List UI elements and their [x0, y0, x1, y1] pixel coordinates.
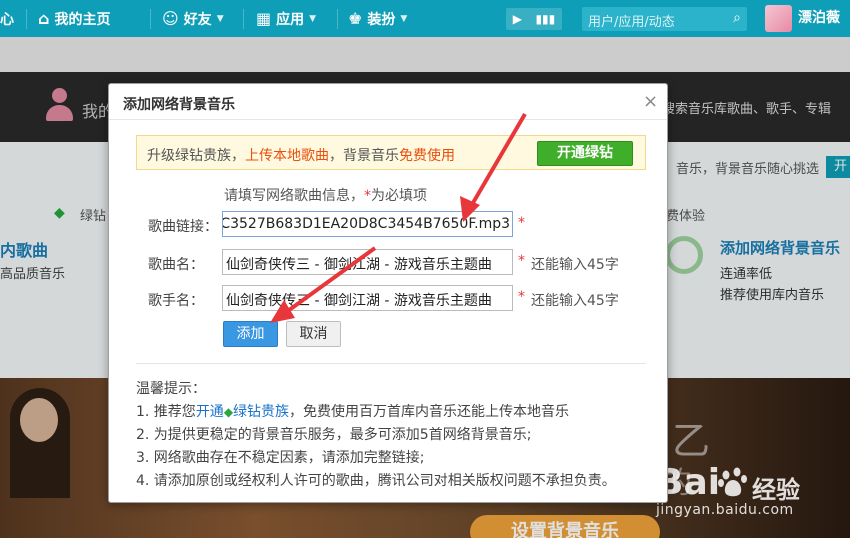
form-hint: 请填写网络歌曲信息，*为必填项 [224, 185, 427, 205]
shirt-icon: ♚ [348, 9, 363, 28]
music-player-control[interactable]: ▶ ▮▮▮ [506, 8, 562, 30]
nav-item-partial-label: 心 [0, 11, 14, 28]
baidu-paw-icon [718, 467, 747, 497]
promo-text-1: 升级绿钻贵族， [147, 148, 245, 164]
song-name-remaining: 还能输入45字 [531, 257, 619, 273]
cancel-button[interactable]: 取消 [286, 321, 341, 347]
tip-4: 4. 请添加原创或经权利人许可的歌曲，腾讯公司对相关版权问题不承担负责。 [136, 473, 616, 489]
form-hint-pre: 请填写网络歌曲信息， [224, 188, 364, 204]
dialog-title: 添加网络背景音乐 [123, 97, 235, 113]
tips-title: 温馨提示： [136, 381, 206, 397]
home-icon: ⌂ [38, 9, 50, 28]
tip-1: 1. 推荐您开通◆绿钻贵族，免费使用百万首库内音乐还能上传本地音乐 [136, 401, 569, 421]
nav-divider [26, 9, 27, 29]
singer-label: 歌手名： [148, 293, 204, 309]
nav-item-home[interactable]: ⌂ 我的主页 [38, 0, 110, 37]
nav-divider [337, 9, 338, 29]
singer-input[interactable]: 仙剑奇侠传三 - 御剑江湖 - 游戏音乐主题曲 [222, 285, 513, 311]
top-nav-bar: 心 ⌂ 我的主页 ☺ 好友 ▼ ▦ 应用 ▼ ♚ 装扮 ▼ ▶ ▮▮▮ 用户/应… [0, 0, 850, 37]
nav-apps-label: 应用 [276, 11, 305, 28]
dialog-title-bar: 添加网络背景音乐 × [109, 84, 667, 120]
nav-divider [150, 9, 151, 29]
watermark-url: jingyan.baidu.com [656, 502, 794, 518]
chevron-down-icon: ▼ [309, 13, 317, 24]
form-hint-required-star: * [364, 188, 371, 204]
required-star: * [518, 215, 525, 231]
nav-dress-label: 装扮 [367, 11, 396, 28]
song-name-input[interactable]: 仙剑奇侠传三 - 御剑江湖 - 游戏音乐主题曲 [222, 249, 513, 275]
song-url-value: 819AC3527B683D1EA20D8C3454B7650F.mp3 [222, 216, 510, 232]
singer-value: 仙剑奇侠传三 - 御剑江湖 - 游戏音乐主题曲 [226, 293, 492, 309]
promo-text-3: ，背景音乐 [329, 148, 399, 164]
tip-3: 3. 网络歌曲存在不稳定因素，请添加完整链接; [136, 450, 425, 466]
green-diamond-icon: ◆ [223, 405, 234, 419]
tip-2: 2. 为提供更稳定的背景音乐服务，最多可添加5首网络背景音乐; [136, 427, 532, 443]
open-green-diamond-button[interactable]: 开通绿钻 [537, 141, 633, 166]
nav-item-dress[interactable]: ♚ 装扮 ▼ [348, 0, 407, 37]
song-url-label: 歌曲链接： [148, 219, 218, 235]
nav-home-label: 我的主页 [54, 11, 111, 28]
song-url-input[interactable]: 819AC3527B683D1EA20D8C3454B7650F.mp3 [222, 211, 513, 237]
add-network-music-dialog: 添加网络背景音乐 × 升级绿钻贵族，上传本地歌曲，背景音乐免费使用 开通绿钻 请… [108, 83, 668, 503]
singer-remaining: 还能输入45字 [531, 293, 619, 309]
nav-friends-label: 好友 [183, 11, 212, 28]
dialog-divider [136, 363, 646, 364]
apps-grid-icon: ▦ [256, 9, 272, 28]
required-star: * [518, 253, 525, 269]
search-icon[interactable]: ⌕ [733, 10, 741, 26]
watermark-jingyan-text: 经验 [752, 476, 800, 504]
close-icon[interactable]: × [643, 91, 658, 112]
play-icon[interactable]: ▶ [513, 12, 522, 26]
search-input[interactable]: 用户/应用/动态 [588, 11, 675, 30]
form-hint-post: 为必填项 [371, 188, 427, 204]
promo-text: 升级绿钻贵族，上传本地歌曲，背景音乐免费使用 [147, 145, 455, 165]
nav-item-partial[interactable]: 心 [0, 0, 14, 37]
chevron-down-icon: ▼ [400, 13, 408, 24]
promo-highlight-upload: 上传本地歌曲 [245, 148, 329, 164]
chevron-down-icon: ▼ [216, 13, 224, 24]
promo-highlight-free: 免费使用 [399, 148, 455, 164]
nav-item-friends[interactable]: ☺ 好友 ▼ [162, 0, 224, 37]
song-name-label: 歌曲名： [148, 257, 204, 273]
friends-icon: ☺ [162, 9, 179, 28]
equalizer-icon: ▮▮▮ [535, 12, 556, 26]
tip1-open-link[interactable]: 开通 [196, 404, 224, 420]
tip1-green-diamond-link[interactable]: 绿钻贵族 [233, 404, 289, 420]
tip1-post: ，免费使用百万首库内音乐还能上传本地音乐 [289, 404, 570, 420]
nav-item-apps[interactable]: ▦ 应用 ▼ [256, 0, 316, 37]
upgrade-promo-banner: 升级绿钻贵族，上传本地歌曲，背景音乐免费使用 开通绿钻 [136, 135, 646, 170]
song-name-value: 仙剑奇侠传三 - 御剑江湖 - 游戏音乐主题曲 [226, 257, 492, 273]
username[interactable]: 漂泊薇 [798, 0, 840, 37]
required-star: * [518, 289, 525, 305]
tip1-pre: 1. 推荐您 [136, 404, 196, 420]
add-button[interactable]: 添加 [223, 321, 278, 347]
nav-search-box[interactable]: 用户/应用/动态 ⌕ [582, 7, 747, 31]
avatar[interactable] [765, 5, 792, 32]
nav-divider [243, 9, 244, 29]
